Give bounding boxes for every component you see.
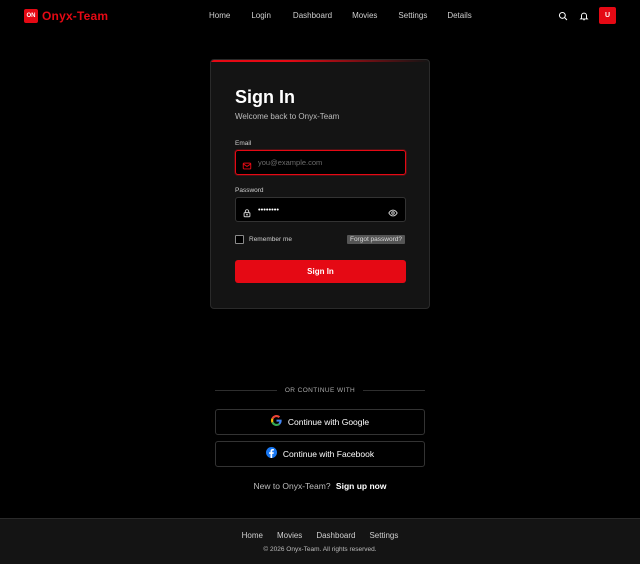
google-signin-button[interactable]: Continue with Google [215, 409, 425, 435]
facebook-icon [265, 445, 277, 463]
google-button-label: Continue with Google [287, 417, 370, 427]
footer-copyright: © 2026 Onyx-Team. All rights reserved. [263, 546, 377, 553]
email-field[interactable] [258, 151, 388, 174]
brand-badge: ON [24, 9, 38, 23]
footer: Home Movies Dashboard Settings © 2026 On… [0, 518, 640, 564]
divider-line-right [363, 390, 425, 391]
avatar[interactable]: U [599, 7, 616, 24]
nav-link-home[interactable]: Home [209, 11, 230, 20]
card-accent-bar [211, 60, 429, 62]
signin-button[interactable]: Sign In [235, 260, 406, 283]
nav-actions: U [555, 7, 616, 24]
footer-link-settings[interactable]: Settings [369, 531, 398, 540]
password-field[interactable] [258, 198, 388, 221]
lock-icon [242, 205, 252, 218]
signup-link[interactable]: Sign up now [336, 481, 387, 491]
footer-nav: Home Movies Dashboard Settings [0, 531, 640, 540]
forgot-password-link[interactable]: Forgot password? [346, 235, 405, 244]
divider-text: OR CONTINUE WITH [284, 387, 356, 394]
eye-icon[interactable] [388, 205, 398, 217]
remember-label: Remember me [249, 236, 292, 243]
footer-link-home[interactable]: Home [242, 531, 263, 540]
mail-icon [242, 158, 252, 170]
or-divider: OR CONTINUE WITH [215, 387, 425, 394]
facebook-button-label: Continue with Facebook [282, 449, 375, 459]
signin-card: Sign In Welcome back to Onyx-Team Email … [210, 59, 430, 309]
brand-name: Onyx-Team [42, 9, 109, 23]
footer-link-dashboard[interactable]: Dashboard [316, 531, 355, 540]
remember-me: Remember me [235, 235, 292, 244]
brand-logo[interactable]: ON Onyx-Team [24, 9, 108, 23]
nav-link-login[interactable]: Login [251, 11, 271, 20]
nav-link-dashboard[interactable]: Dashboard [293, 11, 332, 20]
password-label: Password [235, 187, 264, 194]
top-navbar: ON Onyx-Team Home Login Dashboard Movies… [0, 0, 640, 32]
bell-icon[interactable] [576, 8, 592, 24]
footer-link-movies[interactable]: Movies [277, 531, 302, 540]
divider-line-left [215, 390, 277, 391]
nav-link-details[interactable]: Details [447, 11, 471, 20]
email-field-wrapper [235, 150, 406, 175]
signup-prompt-text: New to Onyx-Team? [253, 481, 331, 491]
remember-checkbox[interactable] [235, 235, 244, 244]
signup-prompt: New to Onyx-Team? Sign up now [0, 481, 640, 491]
main-nav: Home Login Dashboard Movies Settings Det… [209, 11, 494, 20]
nav-link-movies[interactable]: Movies [352, 11, 377, 20]
page-title: Sign In [235, 87, 295, 107]
email-label: Email [235, 140, 252, 147]
facebook-signin-button[interactable]: Continue with Facebook [215, 441, 425, 467]
nav-link-settings[interactable]: Settings [398, 11, 427, 20]
google-icon [270, 413, 282, 431]
search-icon[interactable] [555, 8, 571, 24]
page-subtitle: Welcome back to Onyx-Team [235, 112, 340, 121]
password-field-wrapper [235, 197, 406, 222]
